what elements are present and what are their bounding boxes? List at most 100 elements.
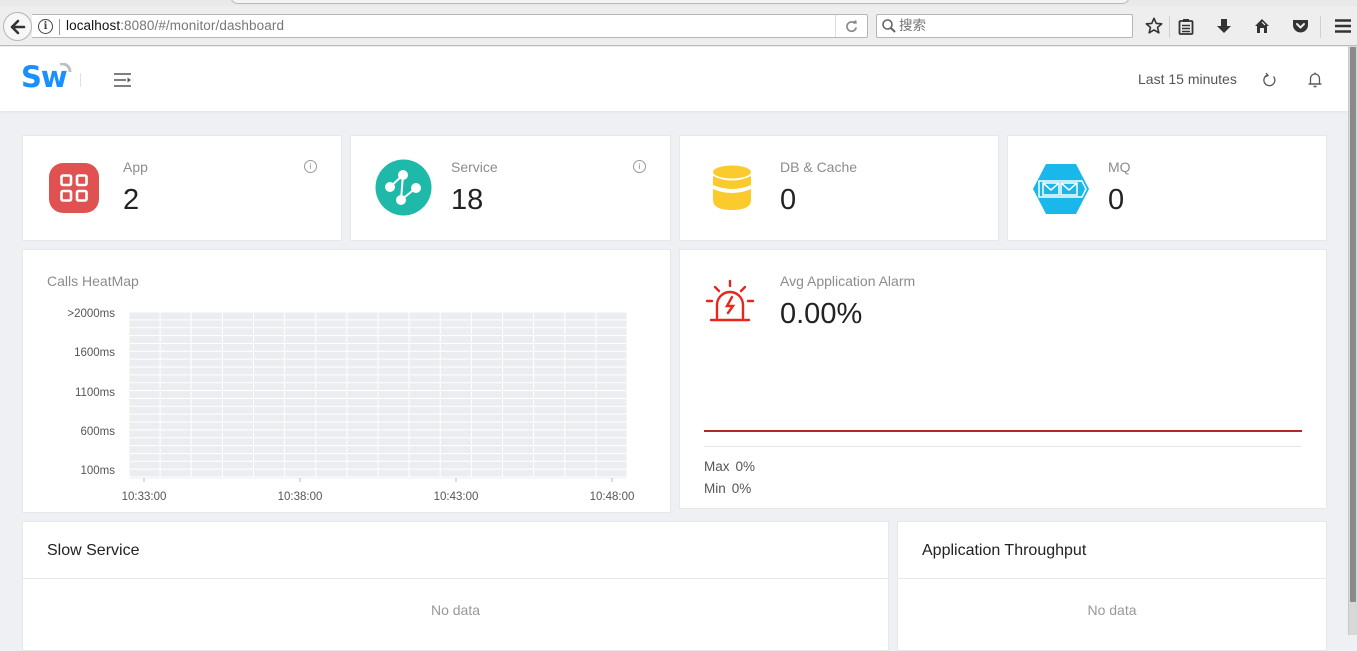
heatmap-cell[interactable]: [471, 438, 502, 446]
heatmap-cell[interactable]: [285, 406, 316, 414]
heatmap-cell[interactable]: [285, 375, 316, 383]
heatmap-cell[interactable]: [409, 438, 440, 446]
stat-card-db-cache[interactable]: DB & Cache 0: [679, 135, 999, 241]
heatmap-cell[interactable]: [347, 320, 378, 328]
heatmap-cell[interactable]: [378, 351, 409, 359]
heatmap-cell[interactable]: [565, 438, 596, 446]
heatmap-cell[interactable]: [565, 469, 596, 477]
heatmap-cell[interactable]: [222, 320, 253, 328]
heatmap-cell[interactable]: [222, 336, 253, 343]
heatmap-cell[interactable]: [316, 446, 347, 453]
heatmap-cell[interactable]: [409, 469, 440, 477]
heatmap-cell[interactable]: [347, 430, 378, 438]
heatmap-cell[interactable]: [378, 383, 409, 391]
heatmap-cell[interactable]: [440, 406, 471, 414]
heatmap-cell[interactable]: [378, 422, 409, 430]
heatmap-cell[interactable]: [503, 469, 534, 477]
heatmap-cell[interactable]: [160, 367, 191, 375]
heatmap-cell[interactable]: [378, 391, 409, 398]
heatmap-cell[interactable]: [503, 391, 534, 398]
heatmap-cell[interactable]: [409, 446, 440, 453]
heatmap-cell[interactable]: [378, 406, 409, 414]
heatmap-cell[interactable]: [160, 320, 191, 328]
heatmap-cell[interactable]: [471, 343, 502, 351]
heatmap-cell[interactable]: [160, 312, 191, 320]
heatmap-cell[interactable]: [316, 453, 347, 461]
heatmap-cell[interactable]: [347, 328, 378, 336]
heatmap-cell[interactable]: [347, 336, 378, 343]
heatmap-cell[interactable]: [160, 406, 191, 414]
heatmap-cell[interactable]: [409, 430, 440, 438]
heatmap-cell[interactable]: [129, 398, 160, 406]
heatmap-cell[interactable]: [316, 430, 347, 438]
heatmap-cell[interactable]: [160, 343, 191, 351]
heatmap-cell[interactable]: [471, 398, 502, 406]
heatmap-cell[interactable]: [254, 391, 285, 398]
heatmap-cell[interactable]: [254, 446, 285, 453]
heatmap-cell[interactable]: [285, 438, 316, 446]
heatmap-cell[interactable]: [129, 461, 160, 469]
heatmap-cell[interactable]: [285, 343, 316, 351]
heatmap-cell[interactable]: [254, 367, 285, 375]
heatmap-cell[interactable]: [191, 438, 222, 446]
heatmap-cell[interactable]: [160, 336, 191, 343]
heatmap-cell[interactable]: [565, 414, 596, 422]
heatmap-cell[interactable]: [440, 438, 471, 446]
heatmap-cell[interactable]: [222, 406, 253, 414]
heatmap-cell[interactable]: [285, 469, 316, 477]
heatmap-cell[interactable]: [596, 414, 627, 422]
heatmap-cell[interactable]: [471, 469, 502, 477]
heatmap-cell[interactable]: [316, 359, 347, 367]
heatmap-cell[interactable]: [347, 406, 378, 414]
heatmap-cell[interactable]: [596, 351, 627, 359]
heatmap-cell[interactable]: [565, 359, 596, 367]
heatmap-cell[interactable]: [254, 414, 285, 422]
heatmap-cell[interactable]: [534, 422, 565, 430]
heatmap-cell[interactable]: [191, 367, 222, 375]
heatmap-cell[interactable]: [191, 469, 222, 477]
info-icon[interactable]: i: [304, 160, 317, 173]
heatmap-cell[interactable]: [222, 383, 253, 391]
heatmap-cell[interactable]: [565, 320, 596, 328]
heatmap-cell[interactable]: [254, 422, 285, 430]
heatmap-cell[interactable]: [129, 359, 160, 367]
scrollbar-thumb[interactable]: [1350, 47, 1356, 602]
heatmap-cell[interactable]: [471, 359, 502, 367]
heatmap-cell[interactable]: [534, 414, 565, 422]
heatmap-cell[interactable]: [160, 328, 191, 336]
heatmap-cell[interactable]: [129, 446, 160, 453]
heatmap-cell[interactable]: [254, 461, 285, 469]
heatmap-cell[interactable]: [285, 320, 316, 328]
heatmap-cell[interactable]: [503, 343, 534, 351]
heatmap-cell[interactable]: [596, 461, 627, 469]
heatmap-cell[interactable]: [565, 453, 596, 461]
heatmap-cell[interactable]: [160, 461, 191, 469]
heatmap-cell[interactable]: [378, 414, 409, 422]
heatmap-cell[interactable]: [160, 438, 191, 446]
heatmap-cell[interactable]: [565, 375, 596, 383]
heatmap-cell[interactable]: [222, 461, 253, 469]
heatmap-cell[interactable]: [378, 430, 409, 438]
heatmap-cell[interactable]: [285, 383, 316, 391]
home-button[interactable]: [1251, 16, 1273, 36]
heatmap-cell[interactable]: [596, 320, 627, 328]
heatmap-cell[interactable]: [503, 461, 534, 469]
back-button[interactable]: [3, 12, 32, 41]
heatmap-cell[interactable]: [534, 375, 565, 383]
heatmap-cell[interactable]: [254, 438, 285, 446]
heatmap-cell[interactable]: [596, 422, 627, 430]
heatmap-cell[interactable]: [409, 414, 440, 422]
heatmap-cell[interactable]: [471, 375, 502, 383]
heatmap-cell[interactable]: [222, 312, 253, 320]
heatmap-cell[interactable]: [565, 336, 596, 343]
heatmap-cell[interactable]: [285, 446, 316, 453]
heatmap-cell[interactable]: [129, 383, 160, 391]
site-info-icon[interactable]: i: [38, 19, 53, 34]
heatmap-cell[interactable]: [285, 367, 316, 375]
heatmap-cell[interactable]: [378, 375, 409, 383]
heatmap-cell[interactable]: [596, 446, 627, 453]
heatmap-cell[interactable]: [316, 320, 347, 328]
heatmap-cell[interactable]: [440, 312, 471, 320]
heatmap-cell[interactable]: [534, 453, 565, 461]
heatmap-cell[interactable]: [191, 446, 222, 453]
